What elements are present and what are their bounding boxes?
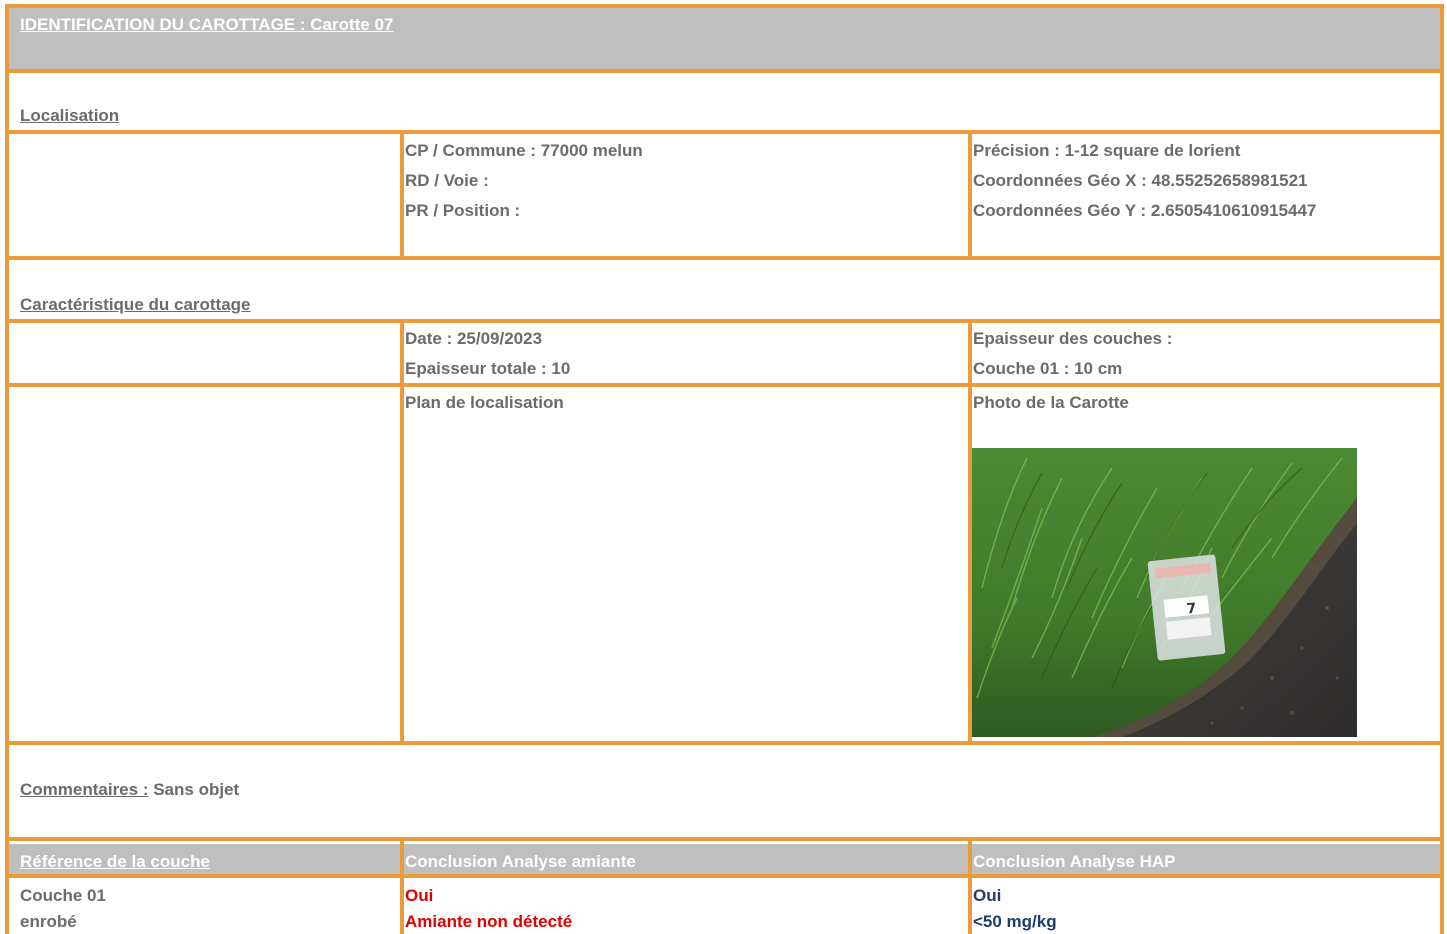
amiante-result: Oui <box>405 886 434 905</box>
border-line <box>5 256 1444 260</box>
results-header-reference: Référence de la couche <box>20 852 210 871</box>
hap-conclusion: <50 mg/kg <box>973 912 1057 931</box>
results-header-amiante: Conclusion Analyse amiante <box>405 852 636 871</box>
border-line <box>5 874 1444 878</box>
epaisseur-totale: Epaisseur totale : 10 <box>405 359 571 378</box>
geo-y: Coordonnées Géo Y : 2.6505410610915447 <box>973 201 1317 220</box>
commentaires-label: Commentaires : <box>20 780 149 799</box>
cp-commune: CP / Commune : 77000 melun <box>405 141 643 160</box>
border-line <box>400 130 404 260</box>
layer-material: enrobé <box>20 912 77 931</box>
results-header-hap: Conclusion Analyse HAP <box>973 852 1176 871</box>
geo-x: Coordonnées Géo X : 48.55252658981521 <box>973 171 1308 190</box>
couche-01-thickness: Couche 01 : 10 cm <box>973 359 1123 378</box>
border-line <box>5 319 1444 323</box>
section-heading-caracteristique: Caractéristique du carottage <box>20 295 251 314</box>
epaisseur-couches: Epaisseur des couches : <box>973 329 1173 348</box>
hap-result: Oui <box>973 886 1002 905</box>
results-header-bar <box>8 844 1440 874</box>
border-line <box>5 130 1444 134</box>
border-line <box>968 837 972 934</box>
pr-position: PR / Position : <box>405 201 521 220</box>
rd-voie: RD / Voie : <box>405 171 489 190</box>
border-line <box>5 4 9 934</box>
border-line <box>5 383 1444 387</box>
layer-reference: Couche 01 <box>20 886 106 905</box>
section-heading-localisation: Localisation <box>20 106 120 125</box>
plan-label: Plan de localisation <box>405 393 564 412</box>
border-line <box>968 130 972 260</box>
bag-label: 7 <box>1186 601 1197 618</box>
border-line <box>5 837 1444 841</box>
commentaires-value: Sans objet <box>148 780 240 799</box>
border-line <box>400 837 404 934</box>
page-title: IDENTIFICATION DU CAROTTAGE : Carotte 07 <box>20 15 394 34</box>
commentaires: Commentaires : Sans objet <box>20 780 239 800</box>
border-line <box>400 319 404 745</box>
date: Date : 25/09/2023 <box>405 329 543 348</box>
border-line <box>5 69 1444 73</box>
photo-label: Photo de la Carotte <box>973 393 1129 412</box>
border-line <box>1440 4 1444 934</box>
border-line <box>5 741 1444 745</box>
border-line <box>5 4 1444 8</box>
core-sample-photo: 7 <box>972 448 1357 737</box>
amiante-conclusion: Amiante non détecté <box>405 912 573 931</box>
precision: Précision : 1-12 square de lorient <box>973 141 1241 160</box>
